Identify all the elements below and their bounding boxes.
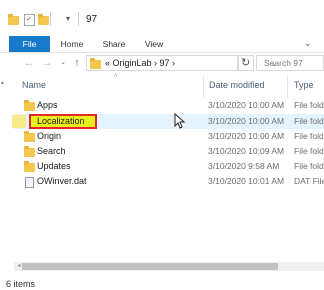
divider [50,12,51,26]
scroll-up-icon[interactable]: ▴ [1,79,4,86]
list-item[interactable]: Apps 3/10/2020 10:00 AM File fold [14,98,324,113]
tab-home[interactable]: Home [58,36,86,52]
file-name: Localization [37,116,85,126]
folder-icon [12,115,26,128]
file-date: 3/10/2020 10:00 AM [208,131,285,141]
tab-share[interactable]: Share [100,36,128,52]
tab-file[interactable]: File [9,36,50,52]
properties-icon[interactable]: ✓ [24,14,35,26]
ribbon-tabs: File Home Share View ⌄ [0,36,324,53]
file-name: OWinver.dat [37,176,87,186]
file-type: File fold [294,161,324,171]
column-divider[interactable] [203,76,204,98]
navigation-bar: ← → ⌄ ↑ « OriginLab › 97 › ⌄ ↻ Search 97 [0,53,324,73]
sort-indicator-icon: ^ [114,74,118,81]
column-header-type[interactable]: Type [294,80,314,90]
column-header-date[interactable]: Date modified [209,80,265,90]
list-item-selected[interactable]: Localization 3/10/2020 10:00 AM File fol… [12,114,324,129]
refresh-icon: ↻ [241,57,251,69]
status-item-count: 6 items [6,279,36,289]
file-date: 3/10/2020 9:58 AM [208,161,280,171]
horizontal-scrollbar[interactable]: ◂ [14,262,324,271]
column-header-name[interactable]: Name [22,80,46,90]
navigation-pane: ▴ [0,74,14,250]
file-name: Origin [37,131,62,141]
file-name: Search [37,146,66,156]
folder-icon [8,14,19,25]
file-date: 3/10/2020 10:00 AM [208,100,285,110]
expand-ribbon-icon[interactable]: ⌄ [304,38,312,49]
file-type: File fold [294,116,324,126]
window-title: 97 [86,14,98,25]
refresh-button[interactable]: ↻ [238,55,254,71]
file-type: File fold [294,146,324,156]
column-headers: ^ Name Date modified Type [14,74,324,98]
tab-view[interactable]: View [142,36,166,52]
file-type: File fold [294,100,324,110]
column-divider[interactable] [287,76,288,98]
file-name: Updates [37,161,71,171]
forward-arrow-icon[interactable]: → [40,55,54,71]
file-date: 3/10/2020 10:00 AM [208,116,285,126]
list-item[interactable]: Origin 3/10/2020 10:00 AM File fold [14,129,324,144]
recent-locations-icon[interactable]: ⌄ [56,55,70,71]
file-date: 3/10/2020 10:01 AM [208,176,285,186]
list-item[interactable]: Search 3/10/2020 10:09 AM File fold [14,144,324,159]
file-type: File fold [294,131,324,141]
scrollbar-thumb[interactable] [22,263,278,270]
up-arrow-icon[interactable]: ↑ [70,55,84,71]
breadcrumb[interactable]: « OriginLab › 97 › [105,57,175,70]
customize-toolbar-icon[interactable]: ▾ [66,14,70,23]
list-item[interactable]: OWinver.dat 3/10/2020 10:01 AM DAT File [14,174,324,189]
search-input[interactable]: Search 97 [256,55,324,71]
file-date: 3/10/2020 10:09 AM [208,146,285,156]
address-bar[interactable]: « OriginLab › 97 › ⌄ [86,55,277,71]
back-arrow-icon[interactable]: ← [22,55,36,71]
title-bar: ✓ ▾ 97 [0,0,324,36]
new-folder-icon[interactable] [38,14,49,25]
file-name: Apps [37,100,58,110]
file-type: DAT File [294,176,324,186]
list-item[interactable]: Updates 3/10/2020 9:58 AM File fold [14,159,324,174]
mouse-cursor-icon [174,113,186,129]
